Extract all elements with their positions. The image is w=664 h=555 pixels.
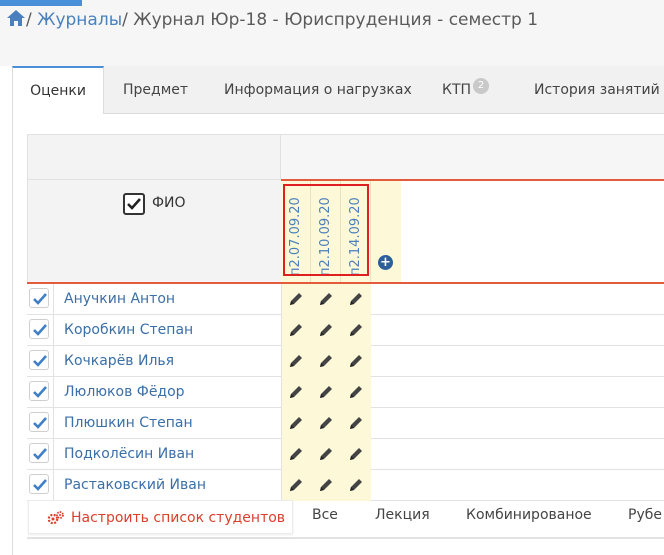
edit-grade-icon[interactable] xyxy=(348,353,364,369)
tabs-background xyxy=(0,46,664,66)
cell-divider xyxy=(53,470,54,501)
edit-grade-icon[interactable] xyxy=(318,353,334,369)
student-checkbox[interactable] xyxy=(29,443,49,463)
tab-grades[interactable]: Оценки xyxy=(12,66,104,115)
edit-grade-icon[interactable] xyxy=(348,291,364,307)
filter-combined[interactable]: Комбинированое xyxy=(466,507,592,523)
student-row: Кочкарёв Илья xyxy=(27,346,664,377)
student-row: Анучкин Антон xyxy=(27,284,664,315)
highlight-box xyxy=(283,184,369,276)
tab-subject[interactable]: Предмет xyxy=(123,66,188,114)
cell-divider xyxy=(53,377,54,408)
student-checkbox[interactable] xyxy=(29,319,49,339)
grade-cells xyxy=(281,315,371,346)
student-name[interactable]: Коробкин Степан xyxy=(64,322,193,338)
filter-all[interactable]: Все xyxy=(312,507,338,523)
student-rows: Анучкин Антон Коробкин Степан Кочкарёв Иль… xyxy=(27,284,664,501)
gears-icon xyxy=(47,510,65,530)
edit-grade-icon[interactable] xyxy=(318,322,334,338)
cell-divider xyxy=(53,346,54,377)
cell-divider xyxy=(53,439,54,470)
window-tab-indicator xyxy=(0,0,82,6)
edit-grade-icon[interactable] xyxy=(288,446,304,462)
edit-grade-icon[interactable] xyxy=(288,353,304,369)
edit-grade-icon[interactable] xyxy=(348,322,364,338)
student-name[interactable]: Плюшкин Степан xyxy=(64,415,193,431)
edit-grade-icon[interactable] xyxy=(288,477,304,493)
edit-grade-icon[interactable] xyxy=(348,446,364,462)
tab-load-info[interactable]: Информация о нагрузках xyxy=(224,66,412,114)
student-row: Подколёсин Иван xyxy=(27,439,664,470)
fio-header: ФИО xyxy=(152,195,186,211)
select-all-checkbox[interactable] xyxy=(123,193,145,215)
student-checkbox[interactable] xyxy=(29,474,49,494)
breadcrumb-current: Журнал Юр-18 - Юриспруденция - семестр 1 xyxy=(133,10,539,30)
student-checkbox[interactable] xyxy=(29,381,49,401)
edit-grade-icon[interactable] xyxy=(288,415,304,431)
edit-grade-icon[interactable] xyxy=(348,384,364,400)
tab-lesson-history[interactable]: История занятий xyxy=(534,66,664,114)
student-row: Плюшкин Степан xyxy=(27,408,664,439)
grade-cells xyxy=(281,284,371,315)
table-header-right-top xyxy=(281,134,664,180)
student-row: Растаковский Иван xyxy=(27,470,664,501)
grade-cells xyxy=(281,408,371,439)
student-name[interactable]: Подколёсин Иван xyxy=(64,446,194,462)
student-checkbox[interactable] xyxy=(29,350,49,370)
edit-grade-icon[interactable] xyxy=(288,322,304,338)
student-row: Коробкин Степан xyxy=(27,315,664,346)
grade-cells xyxy=(281,346,371,377)
edit-grade-icon[interactable] xyxy=(318,477,334,493)
configure-students-label: Настроить список студентов xyxy=(71,510,286,526)
tab-ktp[interactable]: КТП 2 xyxy=(442,66,490,114)
home-icon[interactable] xyxy=(6,9,26,32)
grade-cells xyxy=(281,439,371,470)
cell-divider xyxy=(53,315,54,346)
add-lesson-icon[interactable]: + xyxy=(378,255,393,270)
filter-lecture[interactable]: Лекция xyxy=(375,507,430,523)
student-checkbox[interactable] xyxy=(29,412,49,432)
student-name[interactable]: Анучкин Антон xyxy=(64,291,175,307)
cell-divider xyxy=(53,408,54,439)
cell-divider xyxy=(53,284,54,315)
edit-grade-icon[interactable] xyxy=(348,477,364,493)
student-name[interactable]: Люлюков Фёдор xyxy=(64,384,185,400)
grade-cells xyxy=(281,377,371,408)
student-name[interactable]: Кочкарёв Илья xyxy=(64,353,174,369)
edit-grade-icon[interactable] xyxy=(318,291,334,307)
edit-grade-icon[interactable] xyxy=(318,446,334,462)
edit-grade-icon[interactable] xyxy=(288,291,304,307)
footer-rule xyxy=(27,537,664,539)
student-row: Люлюков Фёдор xyxy=(27,377,664,408)
configure-students-button[interactable]: Настроить список студентов xyxy=(28,500,293,534)
grade-cells xyxy=(281,470,371,501)
filter-more[interactable]: Рубе xyxy=(628,507,662,523)
breadcrumb-journals[interactable]: Журналы xyxy=(37,10,122,30)
student-name[interactable]: Растаковский Иван xyxy=(64,477,206,493)
tab-bar: Оценки Предмет Информация о нагрузках КТ… xyxy=(12,66,664,115)
edit-grade-icon[interactable] xyxy=(318,415,334,431)
edit-grade-icon[interactable] xyxy=(348,415,364,431)
breadcrumb: / Журналы/ Журнал Юр-18 - Юриспруденция … xyxy=(6,9,538,32)
ktp-count-badge: 2 xyxy=(473,78,490,94)
table-header-left-top xyxy=(27,134,281,180)
edit-grade-icon[interactable] xyxy=(318,384,334,400)
edit-grade-icon[interactable] xyxy=(288,384,304,400)
student-checkbox[interactable] xyxy=(29,288,49,308)
